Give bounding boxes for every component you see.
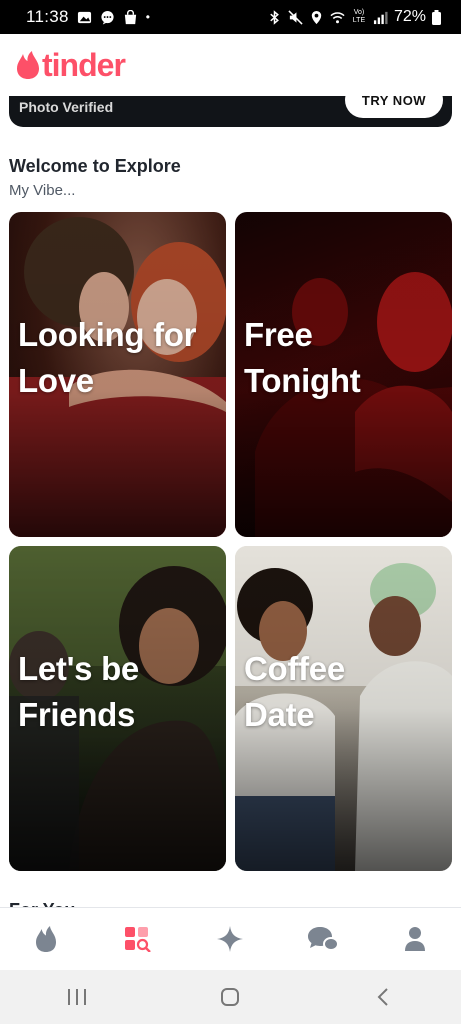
- photo-verified-banner[interactable]: Photo Verified TRY NOW: [9, 96, 452, 127]
- status-time: 11:38: [26, 7, 69, 26]
- nav-chat[interactable]: [298, 914, 348, 964]
- tinder-logo[interactable]: tinder: [16, 46, 126, 84]
- mute-icon: [288, 9, 303, 25]
- bottom-nav: [0, 907, 461, 970]
- gallery-icon: [77, 11, 91, 23]
- wifi-icon: [330, 11, 345, 23]
- back-icon[interactable]: [373, 986, 395, 1008]
- status-dot: •: [145, 10, 150, 24]
- profile-icon: [404, 927, 425, 951]
- nav-gold[interactable]: [205, 914, 255, 964]
- card-looking-for-love[interactable]: Looking for Love: [9, 212, 226, 537]
- flame-icon: [36, 926, 57, 952]
- card-lets-be-friends[interactable]: Let's be Friends: [9, 546, 226, 871]
- explore-icon: [125, 927, 152, 952]
- card-title: Looking for Love: [18, 316, 197, 399]
- nav-profile[interactable]: [390, 914, 440, 964]
- banner-label: Photo Verified: [19, 99, 114, 115]
- chat-icon: [307, 927, 339, 951]
- location-icon: [311, 10, 322, 24]
- battery-icon: [432, 9, 441, 25]
- status-bar: 11:38 • Vo) LTE 72%: [0, 0, 461, 34]
- for-you-heading: For You: [9, 899, 75, 907]
- card-free-tonight[interactable]: Free Tonight: [235, 212, 452, 537]
- bluetooth-icon: [270, 9, 279, 25]
- section-subtitle: My Vibe...: [9, 182, 76, 199]
- sparkle-icon: [217, 926, 244, 952]
- app-header: tinder: [0, 34, 461, 96]
- nav-explore[interactable]: [113, 914, 163, 964]
- card-title: Free Tonight: [244, 316, 361, 399]
- section-title: Welcome to Explore: [9, 156, 181, 176]
- card-title: Let's be Friends: [18, 650, 139, 733]
- nav-swipe[interactable]: [21, 914, 71, 964]
- logo-text: tinder: [42, 46, 126, 83]
- shopping-bag-icon: [124, 9, 136, 24]
- card-coffee-date[interactable]: Coffee Date: [235, 546, 452, 871]
- recent-apps-icon[interactable]: [66, 987, 88, 1007]
- system-nav: [0, 970, 461, 1024]
- card-title: Coffee Date: [244, 650, 345, 733]
- signal-icon: [373, 11, 388, 24]
- home-icon[interactable]: [219, 986, 241, 1008]
- battery-percent: 72%: [393, 8, 426, 25]
- network-type: Vo) LTE: [352, 9, 366, 24]
- try-now-button[interactable]: TRY NOW: [345, 96, 443, 118]
- message-icon: [101, 10, 114, 25]
- flame-logo-icon: [17, 51, 39, 79]
